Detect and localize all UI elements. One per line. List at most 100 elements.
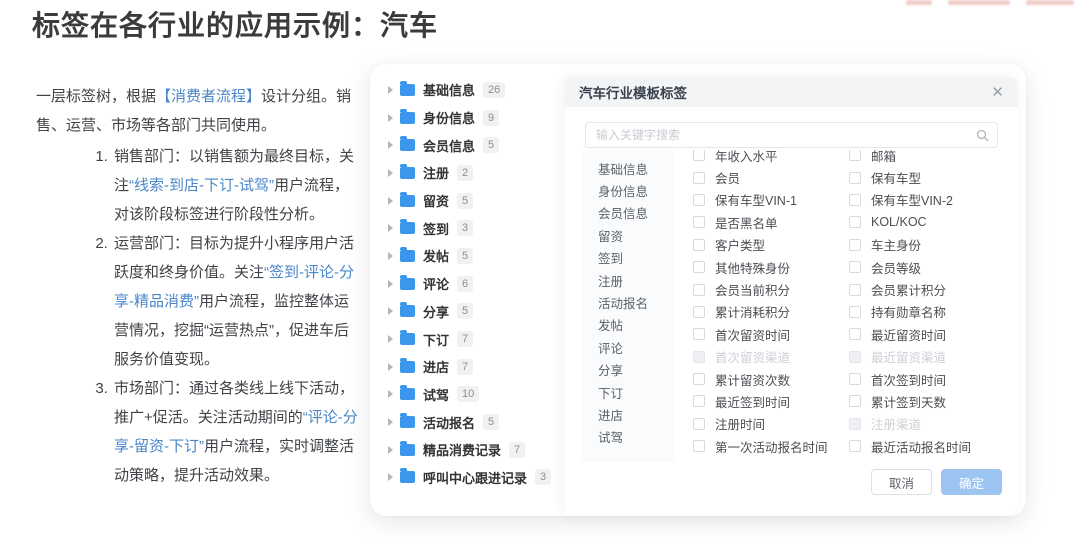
tag-checkbox-item[interactable]: 最近活动报名时间 [849,435,1005,457]
list-item: 市场部门：通过各类线上线下活动，推广+促活。关注活动期间的“评论-分享-留资-下… [112,374,360,490]
checkbox-icon [693,238,705,251]
template-tag-modal: 汽车行业模板标签 ✕ 基础信息身份信息会员信息留资签到注册活动报名发帖评论分享下… [565,77,1018,516]
tag-checkbox-item[interactable]: 最近留资时间 [849,323,1005,345]
checkbox-icon [693,417,705,430]
tree-item-count-badge: 26 [483,81,506,98]
category-item[interactable]: 进店 [598,403,675,425]
modal-header: 汽车行业模板标签 ✕ [565,77,1018,107]
category-item[interactable]: 会员信息 [598,202,675,224]
tag-checkbox-item[interactable]: 累计消耗积分 [693,301,849,323]
tree-item[interactable]: 精品消费记录 7 [388,436,568,464]
tag-label: 最近签到时间 [715,395,791,410]
tree-item-label: 进店 [423,360,450,376]
search-input[interactable] [594,127,970,143]
checkbox-icon [693,283,705,296]
folder-icon [400,274,415,290]
checkbox-icon [849,216,861,229]
checkbox-icon [693,440,705,453]
tag-label: 会员累计积分 [871,284,947,299]
tag-checkbox-item[interactable]: 会员当前积分 [693,278,849,300]
tree-item[interactable]: 留资 5 [388,187,568,215]
department-list: 销售部门：以销售额为最终目标，关注“线索-到店-下订-试驾”用户流程，对该阶段标… [36,142,360,490]
tree-item[interactable]: 签到 3 [388,214,568,242]
tag-checkbox-item[interactable]: 首次留资时间 [693,323,849,345]
page-title: 标签在各行业的应用示例：汽车 [32,10,439,41]
tree-item[interactable]: 呼叫中心跟进记录 3 [388,464,568,492]
tag-checkbox-item[interactable]: 邮箱 [849,150,1005,166]
checkbox-icon [849,261,861,274]
tag-checkbox-item[interactable]: 保有车型VIN-2 [849,189,1005,211]
category-item[interactable]: 留资 [598,224,675,246]
category-item[interactable]: 活动报名 [598,291,675,313]
tag-checkbox-item[interactable]: 是否黑名单 [693,211,849,233]
category-item[interactable]: 基础信息 [598,157,675,179]
checkbox-icon [693,150,705,162]
confirm-button[interactable]: 确定 [940,469,1002,495]
tree-item[interactable]: 注册 2 [388,159,568,187]
tag-label: 首次签到时间 [871,373,947,388]
tree-item[interactable]: 下订 7 [388,325,568,353]
category-item[interactable]: 注册 [598,269,675,291]
tag-checkbox-item[interactable]: 累计签到天数 [849,390,1005,412]
highlighted-flow-text: “线索-到店-下订-试驾” [129,177,274,194]
tree-item[interactable]: 身份信息 9 [388,104,568,132]
tree-item-count-badge: 5 [457,303,474,320]
tag-checkbox-item[interactable]: 累计留资次数 [693,368,849,390]
tag-checkbox-item[interactable]: 持有勋章名称 [849,301,1005,323]
tag-checkbox-item[interactable]: 其他特殊身份 [693,256,849,278]
tree-item[interactable]: 试驾 10 [388,381,568,409]
tag-checkbox-item[interactable]: 客户类型 [693,234,849,256]
tree-item[interactable]: 发帖 5 [388,242,568,270]
tag-checkbox-item[interactable]: 第一次活动报名时间 [693,435,849,457]
tag-checkbox-item[interactable]: KOL/KOC [849,211,1005,233]
search-icon [976,129,989,141]
tree-item-label: 评论 [423,277,450,293]
checkbox-icon [849,373,861,386]
tag-label: 累计消耗积分 [715,306,791,321]
tree-item-label: 身份信息 [423,111,476,127]
category-item[interactable]: 分享 [598,359,675,381]
highlighted-flow-text: 【消费者流程】 [156,88,262,105]
checkbox-icon [693,373,705,386]
folder-icon [400,80,415,96]
cancel-button[interactable]: 取消 [870,469,932,495]
folder-icon [400,108,415,124]
category-item[interactable]: 试驾 [598,426,675,448]
tag-label: 保有车型VIN-2 [871,194,953,209]
tag-checkbox-item[interactable]: 会员累计积分 [849,278,1005,300]
checkbox-icon [849,440,861,453]
tag-checkbox-item[interactable]: 车主身份 [849,234,1005,256]
category-item[interactable]: 发帖 [598,314,675,336]
tag-label: 第一次活动报名时间 [715,440,828,455]
category-item[interactable]: 签到 [598,247,675,269]
checkbox-icon [693,305,705,318]
tree-item[interactable]: 进店 7 [388,353,568,381]
tag-label: 会员当前积分 [715,284,791,299]
tag-checkbox-item[interactable]: 会员 [693,166,849,188]
tag-checkbox-item[interactable]: 注册渠道 [849,413,1005,435]
tag-checkbox-item[interactable]: 会员等级 [849,256,1005,278]
tree-item[interactable]: 会员信息 5 [388,131,568,159]
tree-item-count-badge: 5 [457,192,474,209]
tag-checkbox-item[interactable]: 保有车型VIN-1 [693,189,849,211]
tag-checkbox-item[interactable]: 注册时间 [693,413,849,435]
tag-label: 注册时间 [715,418,766,433]
category-item[interactable]: 身份信息 [598,179,675,201]
folder-icon [400,302,415,318]
tag-label: 保有车型VIN-1 [715,194,797,209]
tag-checkbox-item[interactable]: 首次签到时间 [849,368,1005,390]
category-item[interactable]: 下订 [598,381,675,403]
close-icon[interactable]: ✕ [991,85,1004,100]
tag-checkbox-item[interactable]: 最近留资渠道 [849,346,1005,368]
tag-checkbox-item[interactable]: 年收入水平 [693,150,849,166]
tree-item[interactable]: 评论 6 [388,270,568,298]
tag-checkbox-item[interactable]: 首次留资渠道 [693,346,849,368]
tree-item[interactable]: 分享 5 [388,298,568,326]
checkbox-icon [693,171,705,184]
tree-item[interactable]: 基础信息 26 [388,76,568,104]
tag-checkbox-item[interactable]: 最近签到时间 [693,390,849,412]
category-item[interactable]: 评论 [598,336,675,358]
checkbox-icon [693,395,705,408]
tree-item[interactable]: 活动报名 5 [388,408,568,436]
tag-checkbox-item[interactable]: 保有车型 [849,166,1005,188]
